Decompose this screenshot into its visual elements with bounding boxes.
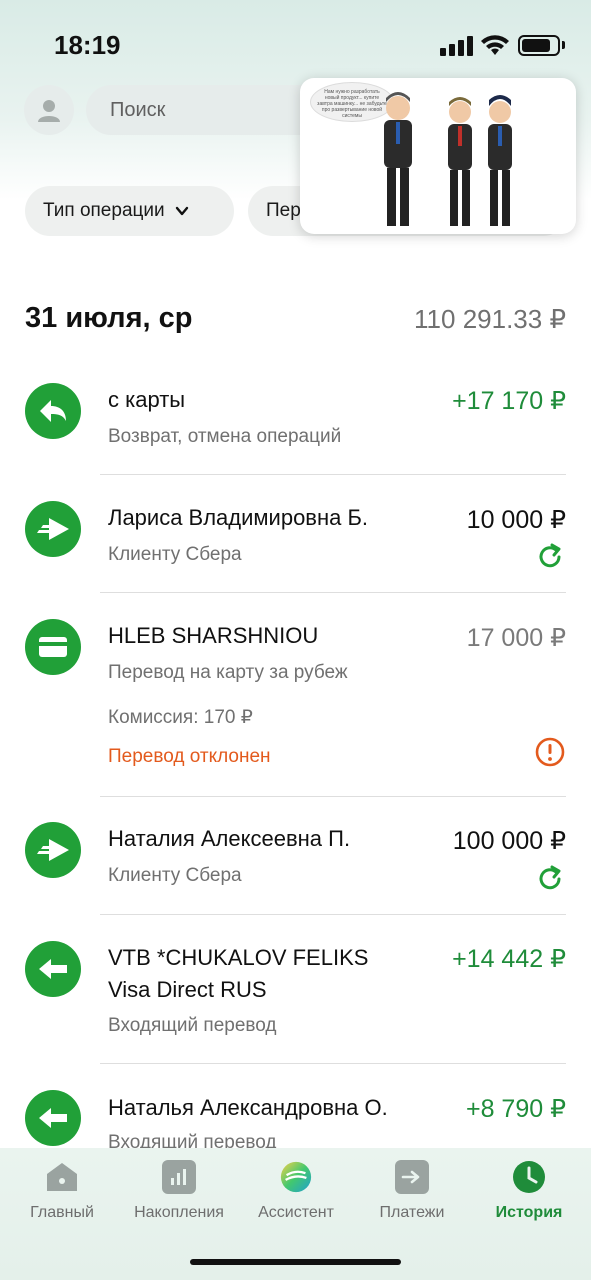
transaction-title: Наталия Алексеевна П. (108, 826, 351, 851)
user-icon (38, 100, 60, 122)
nav-label: Главный (30, 1204, 94, 1221)
filter-label: Пер (266, 200, 301, 221)
wifi-icon (481, 35, 509, 55)
divider (100, 592, 566, 593)
filter-operation-type[interactable]: Тип операции (25, 186, 234, 236)
transaction-title: Наталья Александровна О. (108, 1095, 388, 1120)
transfer-in-icon (25, 941, 81, 997)
nav-assistant[interactable]: Ассистент (237, 1160, 355, 1222)
repeat-icon[interactable] (534, 863, 566, 895)
home-icon (45, 1160, 79, 1194)
transfer-out-icon (25, 501, 81, 557)
transaction-amount: 100 000 ₽ (452, 827, 566, 855)
transfer-out-icon (25, 822, 81, 878)
transfer-in-icon (25, 1090, 81, 1146)
date-heading: 31 июля, ср (25, 302, 193, 334)
status-bar: 18:19 (0, 0, 591, 80)
divider (100, 914, 566, 915)
transaction-subtitle: Клиенту Сбера (108, 865, 242, 886)
repeat-icon[interactable] (534, 541, 566, 573)
nav-savings[interactable]: Накопления (120, 1160, 238, 1222)
nav-home[interactable]: Главный (3, 1160, 121, 1222)
divider (100, 1063, 566, 1064)
warning-icon[interactable] (534, 736, 566, 768)
cartoon-people-illustration (384, 92, 512, 226)
filter-label: Тип операции (43, 200, 165, 221)
payments-icon (395, 1160, 429, 1194)
transaction-amount: 17 000 ₽ (466, 624, 566, 652)
transaction-subtitle: Входящий перевод (108, 1015, 277, 1036)
day-total: 110 291.33 ₽ (414, 304, 566, 334)
search-placeholder: Поиск (110, 99, 166, 121)
nav-label: История (495, 1204, 563, 1221)
transaction-status: Перевод отклонен (108, 746, 271, 767)
video-overlay[interactable]: Нам нужно разработать новый продукт... к… (300, 78, 576, 234)
transaction-amount: 10 000 ₽ (466, 506, 566, 534)
arrow-back-icon (25, 383, 81, 439)
history-icon (512, 1160, 546, 1194)
divider (100, 474, 566, 475)
transaction-commission: Комиссия: 170 ₽ (108, 707, 253, 728)
battery-icon (518, 35, 560, 56)
transaction-amount: +14 442 ₽ (452, 945, 566, 973)
transaction-subtitle: Перевод на карту за рубеж (108, 662, 348, 683)
savings-icon (162, 1160, 196, 1194)
cellular-signal-icon (440, 34, 474, 56)
card-icon (25, 619, 81, 675)
transaction-subtitle: Клиенту Сбера (108, 544, 242, 565)
transaction-title: Лариса Владимировна Б. (108, 505, 369, 530)
transaction-amount: +17 170 ₽ (452, 387, 566, 415)
transaction-title-line-1: VTB *CHUKALOV FELIKS (108, 945, 369, 970)
transaction-amount: +8 790 ₽ (465, 1095, 566, 1123)
transaction-title: HLEB SHARSHNIOU (108, 623, 319, 648)
avatar[interactable] (24, 85, 74, 135)
transaction-title: с карты (108, 387, 186, 412)
chevron-down-icon (175, 206, 188, 216)
nav-payments[interactable]: Платежи (353, 1160, 471, 1222)
transaction-subtitle: Возврат, отмена операций (108, 426, 342, 447)
divider (100, 796, 566, 797)
nav-label: Ассистент (258, 1204, 334, 1221)
nav-label: Платежи (379, 1204, 445, 1221)
home-indicator[interactable] (190, 1259, 401, 1265)
transaction-title-line-2: Visa Direct RUS (108, 977, 267, 1002)
nav-label: Накопления (134, 1204, 224, 1221)
status-time: 18:19 (54, 30, 121, 60)
assistant-logo-icon (279, 1160, 313, 1194)
nav-history[interactable]: История (470, 1160, 588, 1222)
